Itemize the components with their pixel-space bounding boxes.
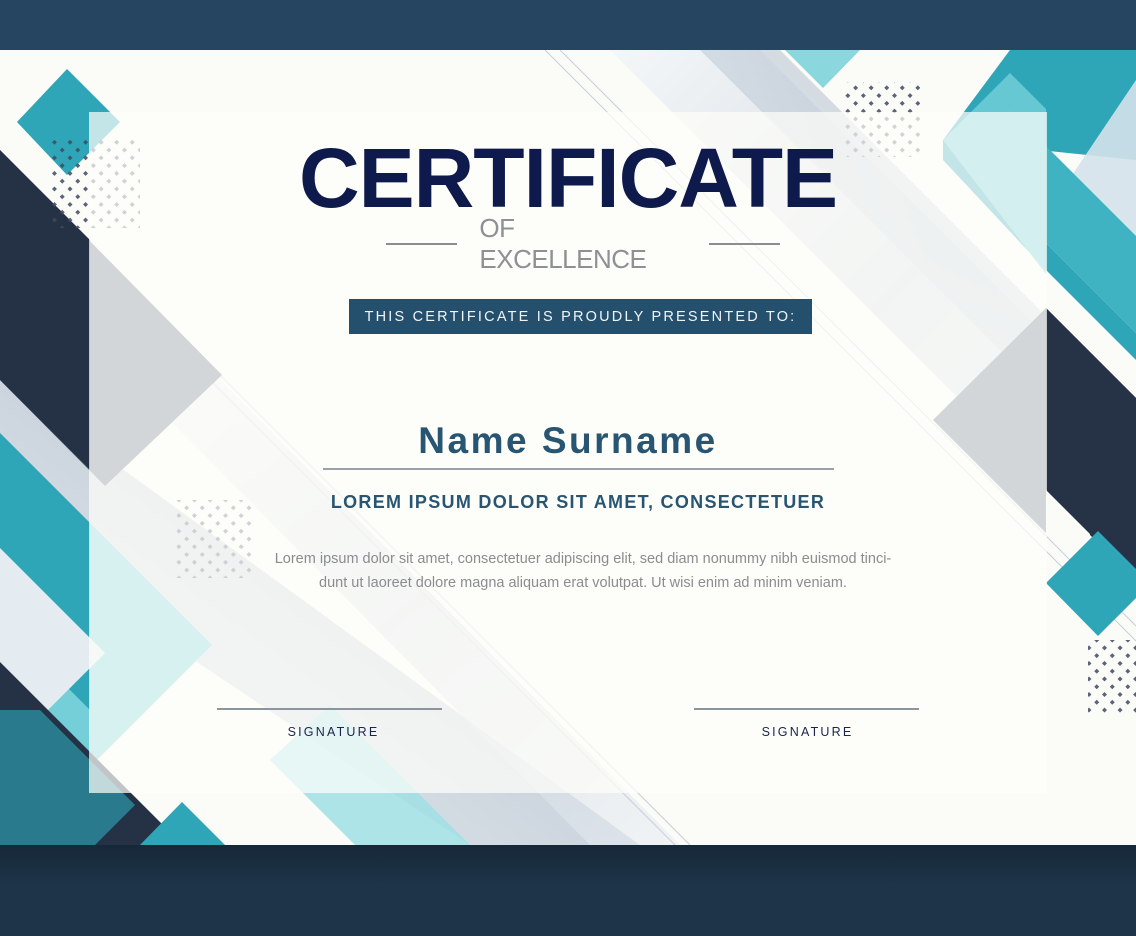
name-underline	[323, 468, 834, 470]
subtitle-row: OF EXCELLENCE	[386, 213, 780, 274]
certificate-subtitle: OF EXCELLENCE	[479, 213, 647, 274]
certificate-headline: LOREM IPSUM DOLOR SIT AMET, CONSECTETUER	[330, 492, 826, 512]
body-line: Lorem ipsum dolor sit amet, consectetuer…	[274, 551, 892, 567]
signature-line-right	[694, 708, 919, 710]
signature-line-left	[217, 708, 442, 710]
presented-to-banner: THIS CERTIFICATE IS PROUDLY PRESENTED TO…	[349, 299, 812, 334]
signature-label-left: SIGNATURE	[287, 725, 380, 739]
subtitle-rule-left	[386, 243, 458, 245]
body-line: dunt ut laoreet dolore magna aliquam era…	[319, 575, 847, 591]
frame-bottom-band	[0, 845, 1136, 936]
certificate-body: Lorem ipsum dolor sit amet, consectetuer…	[240, 547, 926, 595]
subtitle-rule-right	[708, 243, 780, 245]
frame-top-band	[0, 0, 1136, 50]
recipient-name: Name Surname	[418, 420, 718, 461]
certificate-card: CERTIFICATE OF EXCELLENCE THIS CERTIFICA…	[0, 50, 1136, 845]
signature-label-right: SIGNATURE	[761, 725, 854, 739]
